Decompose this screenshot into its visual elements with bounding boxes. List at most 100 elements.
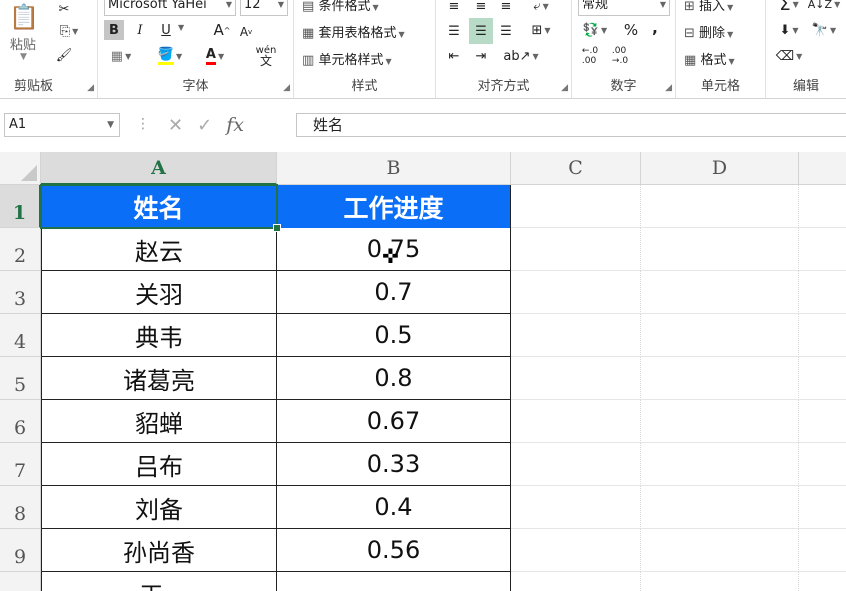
clear-icon[interactable]: ⌫ ▼ — [774, 46, 804, 66]
cell-b4[interactable]: 0.5 — [277, 314, 511, 357]
cell-d2[interactable] — [641, 228, 799, 271]
find-select-icon[interactable]: 🔭 ▼ — [810, 20, 838, 40]
copy-icon[interactable]: ⎘ ▼ — [52, 22, 86, 40]
autosum-icon[interactable]: Σ ▼ — [774, 0, 804, 15]
cell-c10[interactable] — [511, 572, 641, 591]
cell-e1[interactable] — [799, 185, 846, 228]
cell-d3[interactable] — [641, 271, 799, 314]
formula-input[interactable]: 姓名 — [296, 113, 846, 137]
column-header-d[interactable]: D — [641, 152, 799, 185]
cell-e5[interactable] — [799, 357, 846, 400]
cell-d8[interactable] — [641, 486, 799, 529]
cell-d6[interactable] — [641, 400, 799, 443]
row-header-5[interactable]: 5 — [0, 357, 41, 400]
cell-e4[interactable] — [799, 314, 846, 357]
cell-e10[interactable] — [799, 572, 846, 591]
row-header-10[interactable]: 10 — [0, 572, 41, 591]
format-cells-button[interactable]: ▦ 格式 ▼ — [684, 49, 735, 68]
align-center-icon[interactable]: ☰ — [469, 18, 493, 44]
cell-b8[interactable]: 0.4 — [277, 486, 511, 529]
cell-b3[interactable]: 0.7 — [277, 271, 511, 314]
row-header-8[interactable]: 8 — [0, 486, 41, 529]
clipboard-launcher-icon[interactable]: ◢ — [87, 83, 94, 93]
cell-c9[interactable] — [511, 529, 641, 572]
cell-c8[interactable] — [511, 486, 641, 529]
paste-button[interactable]: 粘贴 — [10, 34, 36, 53]
cell-b1[interactable]: 工作进度 — [277, 185, 511, 228]
cell-c1[interactable] — [511, 185, 641, 228]
cell-e6[interactable] — [799, 400, 846, 443]
column-header-b[interactable]: B — [277, 152, 511, 185]
column-header-c[interactable]: C — [511, 152, 641, 185]
decrease-indent-icon[interactable]: ⇤ — [444, 46, 464, 66]
row-header-7[interactable]: 7 — [0, 443, 41, 486]
name-box-dropdown-icon[interactable]: ▼ — [107, 114, 114, 136]
cell-style-button[interactable]: ▥ 单元格样式 ▼ — [302, 49, 392, 68]
delete-cells-button[interactable]: ⊟ 删除 ▼ — [684, 22, 733, 41]
cell-e2[interactable] — [799, 228, 846, 271]
cell-a8[interactable]: 刘备 — [41, 486, 277, 529]
column-header-e[interactable] — [799, 152, 846, 185]
cell-e9[interactable] — [799, 529, 846, 572]
cell-a3[interactable]: 关羽 — [41, 271, 277, 314]
cell-a10[interactable]: 王.. — [41, 572, 277, 591]
name-box[interactable]: A1 ▼ — [4, 113, 120, 137]
shrink-font-button[interactable]: Av — [236, 22, 256, 42]
cell-d4[interactable] — [641, 314, 799, 357]
cell-a2[interactable]: 赵云 — [41, 228, 277, 271]
insert-cells-button[interactable]: ⊞ 插入 ▼ — [684, 0, 733, 14]
orientation-icon[interactable]: ab↗ ▼ — [503, 46, 538, 66]
cell-a1[interactable]: 姓名 — [41, 185, 277, 228]
cell-a9[interactable]: 孙尚香 — [41, 529, 277, 572]
cell-d1[interactable] — [641, 185, 799, 228]
cut-icon[interactable]: ✂ — [52, 0, 76, 18]
cell-d9[interactable] — [641, 529, 799, 572]
row-header-9[interactable]: 9 — [0, 529, 41, 572]
sort-filter-icon[interactable]: A↓Z ▼ — [808, 0, 840, 14]
increase-decimal-icon[interactable]: ←.0.00 — [578, 46, 602, 66]
cell-e7[interactable] — [799, 443, 846, 486]
cell-c3[interactable] — [511, 271, 641, 314]
percent-button[interactable]: % — [622, 20, 640, 40]
italic-button[interactable]: I — [130, 20, 150, 40]
phonetic-button[interactable]: wén 文 — [246, 44, 286, 68]
align-left-icon[interactable]: ☰ — [444, 20, 464, 42]
column-header-a[interactable]: A — [41, 152, 277, 185]
row-header-3[interactable]: 3 — [0, 271, 41, 314]
cell-d7[interactable] — [641, 443, 799, 486]
merge-center-icon[interactable]: ⊞ ▼ — [524, 20, 558, 40]
cell-c4[interactable] — [511, 314, 641, 357]
cell-c2[interactable] — [511, 228, 641, 271]
underline-dropdown-icon[interactable]: ▼ — [178, 23, 184, 32]
fill-handle[interactable] — [273, 224, 281, 232]
align-middle-icon[interactable]: ≡ — [469, 0, 493, 16]
insert-function-button[interactable]: fx — [226, 114, 244, 136]
cell-a5[interactable]: 诸葛亮 — [41, 357, 277, 400]
conditional-format-button[interactable]: ▤ 条件格式 ▼ — [302, 0, 379, 14]
cell-d10[interactable] — [641, 572, 799, 591]
select-all-button[interactable] — [0, 152, 41, 185]
align-right-icon[interactable]: ☰ — [496, 20, 516, 42]
paste-dropdown-icon[interactable]: ▼ — [20, 52, 27, 62]
font-size-select[interactable]: 12 ▼ — [240, 0, 288, 16]
enter-icon[interactable]: ✓ — [197, 115, 212, 136]
cancel-icon[interactable]: ✕ — [168, 115, 183, 136]
cell-b7[interactable]: 0.33 — [277, 443, 511, 486]
fill-color-button[interactable]: 🪣 ▼ — [152, 46, 188, 66]
number-format-select[interactable]: 常规 ▼ — [578, 0, 670, 16]
align-top-icon[interactable]: ≡ — [444, 0, 464, 16]
cell-b5[interactable]: 0.8 — [277, 357, 511, 400]
row-header-2[interactable]: 2 — [0, 228, 41, 271]
font-launcher-icon[interactable]: ◢ — [283, 83, 290, 93]
increase-indent-icon[interactable]: ⇥ — [469, 46, 493, 66]
fill-down-icon[interactable]: ⬇ ▼ — [774, 20, 804, 40]
cell-a6[interactable]: 貂蝉 — [41, 400, 277, 443]
font-name-select[interactable]: Microsoft YaHei ▼ — [104, 0, 236, 16]
row-header-6[interactable]: 6 — [0, 400, 41, 443]
cell-b10[interactable] — [277, 572, 511, 591]
wrap-text-icon[interactable]: ⤶ ▼ — [524, 0, 558, 16]
align-bottom-icon[interactable]: ≡ — [496, 0, 516, 16]
format-painter-icon[interactable]: 🖌 — [52, 46, 76, 64]
cell-e3[interactable] — [799, 271, 846, 314]
bold-button[interactable]: B — [104, 20, 124, 40]
